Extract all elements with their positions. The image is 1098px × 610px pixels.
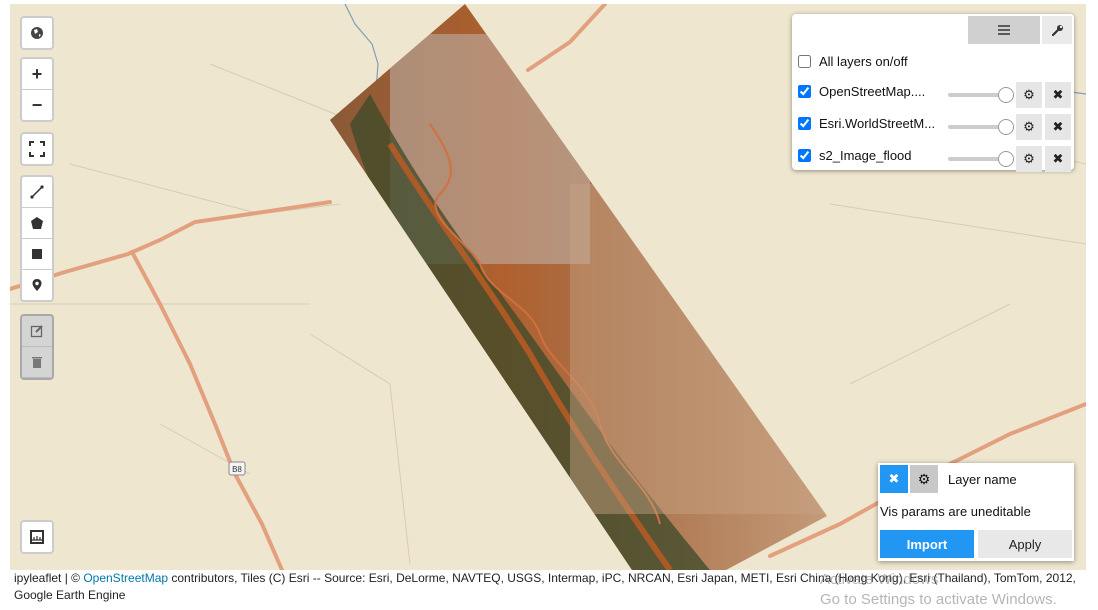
layer-visibility-checkbox[interactable] xyxy=(798,149,811,162)
zoom-in-button[interactable]: + xyxy=(22,59,52,90)
import-button[interactable]: Import xyxy=(880,530,974,558)
basemap-button[interactable] xyxy=(22,18,52,48)
edit-icon xyxy=(30,325,43,338)
layer-name: s2_Image_flood xyxy=(819,148,912,163)
zoom-control: + − xyxy=(20,57,54,122)
vis-close-button[interactable]: ✖ xyxy=(880,465,908,493)
edit-toolbar xyxy=(20,314,54,380)
layer-manager-panel: All layers on/off OpenStreetMap.... ⚙ ✖ … xyxy=(792,14,1074,172)
layer-visibility-checkbox[interactable] xyxy=(798,85,811,98)
layer-opacity-slider[interactable] xyxy=(948,119,1014,135)
zoom-out-button[interactable]: − xyxy=(22,90,52,120)
gear-icon: ⚙ xyxy=(1023,87,1035,102)
layers-list-icon xyxy=(998,25,1010,35)
vis-settings-button[interactable]: ⚙ xyxy=(910,465,938,493)
svg-text:B8: B8 xyxy=(232,465,242,474)
edit-layers-button[interactable] xyxy=(22,316,52,347)
all-layers-toggle-row: All layers on/off xyxy=(798,54,908,69)
layer-visibility-checkbox[interactable] xyxy=(798,117,811,130)
close-icon: ✖ xyxy=(1052,151,1064,166)
layer-row: s2_Image_flood xyxy=(798,148,912,163)
map-attribution: ipyleaflet | © OpenStreetMap contributor… xyxy=(10,570,1086,604)
layer-panel-tabs xyxy=(968,16,1072,44)
layer-row: Esri.WorldStreetM... xyxy=(798,116,935,131)
close-icon: ✖ xyxy=(1052,87,1064,102)
layer-remove-button[interactable]: ✖ xyxy=(1045,114,1071,140)
fullscreen-button[interactable] xyxy=(22,134,52,164)
vis-params-panel: ✖ ⚙ Layer name Vis params are uneditable… xyxy=(878,463,1074,561)
gear-icon: ⚙ xyxy=(1023,119,1035,134)
marker-icon xyxy=(32,279,42,291)
globe-icon xyxy=(31,27,43,39)
apply-button[interactable]: Apply xyxy=(978,530,1072,558)
attribution-line2: Google Earth Engine xyxy=(14,588,126,602)
layer-name: OpenStreetMap.... xyxy=(819,84,926,99)
attribution-prefix: ipyleaflet | © xyxy=(14,571,84,585)
openstreetmap-link[interactable]: OpenStreetMap xyxy=(83,571,168,585)
road-shield-b8: B8 xyxy=(228,461,246,476)
layer-settings-button[interactable]: ⚙ xyxy=(1016,82,1042,108)
trash-icon xyxy=(32,357,42,368)
polyline-icon xyxy=(30,185,44,199)
draw-rectangle-button[interactable] xyxy=(22,239,52,270)
measure-control xyxy=(20,520,54,554)
layer-remove-button[interactable]: ✖ xyxy=(1045,82,1071,108)
layer-opacity-slider[interactable] xyxy=(948,151,1014,167)
fullscreen-icon xyxy=(29,141,45,157)
fullscreen-control xyxy=(20,132,54,166)
gear-icon: ⚙ xyxy=(917,470,931,487)
layer-name: Esri.WorldStreetM... xyxy=(819,116,936,131)
close-icon: ✖ xyxy=(1052,119,1064,134)
layer-row: OpenStreetMap.... xyxy=(798,84,925,99)
draw-toolbar xyxy=(20,175,54,302)
measure-button[interactable] xyxy=(22,522,52,552)
wrench-icon xyxy=(1051,24,1063,36)
ruler-icon xyxy=(30,530,44,544)
draw-marker-button[interactable] xyxy=(22,270,52,300)
basemap-control xyxy=(20,16,54,50)
polygon-icon xyxy=(31,217,43,229)
layer-settings-button[interactable]: ⚙ xyxy=(1016,146,1042,172)
layers-tab[interactable] xyxy=(968,16,1040,44)
vis-message: Vis params are uneditable xyxy=(880,504,1031,519)
vis-layer-name: Layer name xyxy=(948,472,1017,487)
gear-icon: ⚙ xyxy=(1023,151,1035,166)
slider-handle[interactable] xyxy=(998,119,1014,135)
layer-settings-button[interactable]: ⚙ xyxy=(1016,114,1042,140)
delete-layers-button[interactable] xyxy=(22,347,52,378)
layer-opacity-slider[interactable] xyxy=(948,87,1014,103)
map-view[interactable]: B8 + − All layers on/off OpenStreetMap..… xyxy=(10,4,1086,570)
attribution-text: contributors, Tiles (C) Esri -- Source: … xyxy=(168,571,1076,585)
draw-polygon-button[interactable] xyxy=(22,208,52,239)
all-layers-label: All layers on/off xyxy=(819,54,908,69)
close-icon: ✖ xyxy=(888,471,900,486)
slider-handle[interactable] xyxy=(998,87,1014,103)
tools-tab[interactable] xyxy=(1042,16,1072,44)
slider-handle[interactable] xyxy=(998,151,1014,167)
rectangle-icon xyxy=(32,249,42,259)
all-layers-checkbox[interactable] xyxy=(798,55,811,68)
draw-polyline-button[interactable] xyxy=(22,177,52,208)
layer-remove-button[interactable]: ✖ xyxy=(1045,146,1071,172)
